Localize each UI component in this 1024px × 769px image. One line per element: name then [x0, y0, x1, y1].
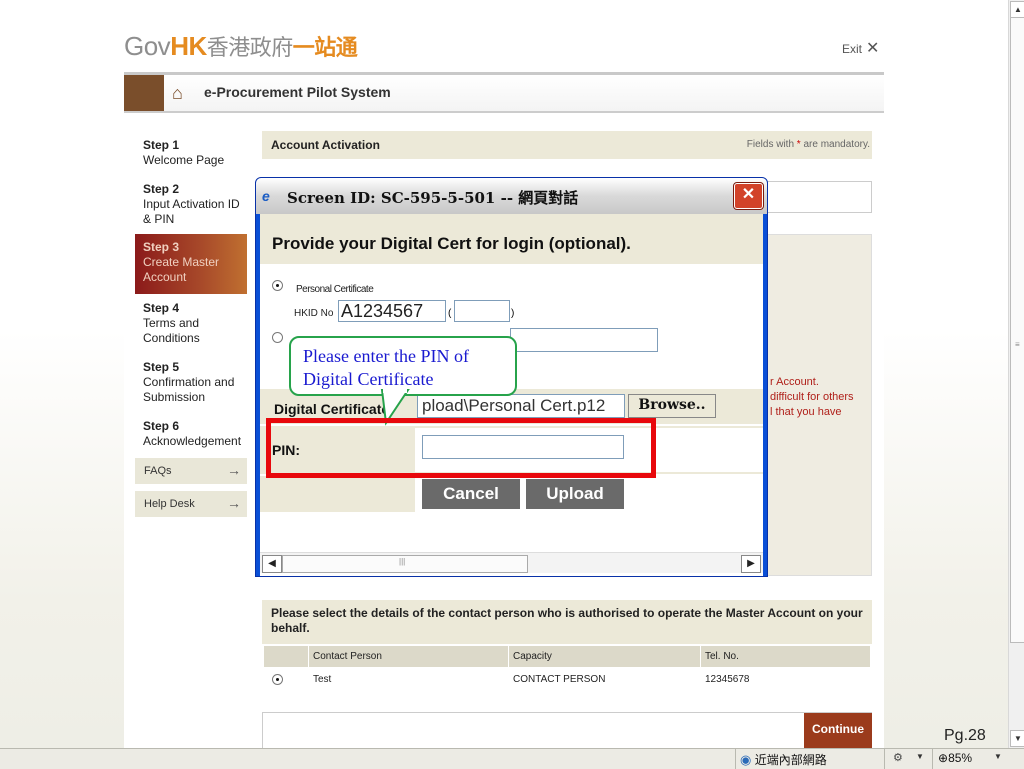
step-4: Step 4 Terms and Conditions	[143, 301, 200, 345]
cert-option-area: Personal Certificate HKID No A1234567 ( …	[260, 266, 763, 326]
scroll-left-icon[interactable]: ◀	[262, 555, 282, 573]
warning-text-line: l that you have	[770, 406, 842, 418]
govhk-logo[interactable]: GovHK香港政府一站通	[124, 30, 358, 62]
section-header: Account Activation Fields with * are man…	[262, 131, 872, 159]
close-icon: ✕	[741, 186, 756, 203]
system-banner: ⌂ e-Procurement Pilot System	[124, 75, 884, 113]
column-header: Tel. No.	[705, 651, 739, 662]
chevron-down-icon[interactable]: ▼	[994, 752, 1002, 761]
section-title: Account Activation	[271, 138, 380, 152]
zoom-icon: ⊕	[938, 751, 949, 765]
faqs-button[interactable]: FAQs →	[135, 458, 247, 484]
protected-mode-icon[interactable]: ⚙	[893, 751, 903, 764]
close-icon: ✕	[866, 40, 880, 57]
hkid-label: HKID No	[294, 308, 334, 319]
dialog-horizontal-scrollbar[interactable]: ◀ ||| ▶	[260, 552, 763, 573]
dialog-heading: Provide your Digital Cert for login (opt…	[272, 234, 631, 253]
mandatory-note: Fields with * are mandatory.	[746, 139, 870, 150]
file-path-input[interactable]: pload\Personal Cert.p12	[417, 394, 625, 418]
browser-viewport: GovHK香港政府一站通 Exit ✕ ⌂ e-Procurement Pilot…	[0, 0, 1008, 748]
dialog-titlebar[interactable]: e Screen ID: SC-595-5-501 -- 網頁對話 ✕	[256, 178, 767, 214]
zoom-level[interactable]: ⊕85%	[938, 751, 972, 765]
step-3-active: Step 3 Create Master Account	[135, 234, 247, 294]
column-header: Contact Person	[313, 651, 382, 662]
chevron-down-icon[interactable]: ▼	[916, 752, 924, 761]
browser-status-bar: ◉ 近端內部網路 ⚙ ▼ ⊕85% ▼	[0, 748, 1024, 769]
warning-text-line: r Account.	[770, 376, 819, 388]
hkid-input[interactable]: A1234567	[338, 300, 446, 322]
scroll-thumb[interactable]: ≡	[1010, 17, 1024, 643]
page-vertical-scrollbar[interactable]: ▲ ≡ ▼	[1008, 0, 1024, 748]
step-5: Step 5 Confirmation and Submission	[143, 360, 235, 404]
step-6: Step 6 Acknowledgement	[143, 419, 242, 448]
pin-highlight-box	[266, 418, 656, 478]
browse-button[interactable]: Browse..	[628, 394, 716, 418]
button-row: Cancel Upload	[260, 476, 763, 512]
step-2: Step 2 Input Activation ID & PIN	[143, 182, 240, 226]
hkid-check-digit-input[interactable]	[454, 300, 510, 322]
dialog-close-button[interactable]: ✕	[734, 183, 763, 209]
dialog-heading-bar: Provide your Digital Cert for login (opt…	[260, 214, 763, 264]
column-header: Capacity	[513, 651, 552, 662]
table-row[interactable]: Test CONTACT PERSON 12345678	[264, 670, 870, 690]
cancel-button[interactable]: Cancel	[422, 479, 520, 509]
other-cert-input[interactable]	[510, 328, 658, 352]
system-title: e-Procurement Pilot System	[204, 84, 391, 100]
dialog-title: Screen ID: SC-595-5-501 -- 網頁對話	[287, 189, 579, 207]
scroll-down-icon[interactable]: ▼	[1010, 730, 1024, 747]
other-cert-radio[interactable]	[272, 332, 283, 343]
scroll-up-icon[interactable]: ▲	[1010, 1, 1024, 18]
contact-radio[interactable]	[272, 674, 283, 685]
scroll-right-icon[interactable]: ▶	[741, 555, 761, 573]
continue-button[interactable]: Continue	[804, 713, 872, 748]
arrow-right-icon: →	[227, 462, 241, 478]
help-desk-button[interactable]: Help Desk →	[135, 491, 247, 517]
page-number: Pg.28	[944, 727, 986, 744]
banner-accent	[124, 75, 164, 111]
digital-cert-label: Digital Certificate:	[274, 401, 394, 417]
contact-header: Please select the details of the contact…	[262, 600, 872, 644]
footer-box	[262, 712, 872, 748]
globe-icon: ◉	[740, 752, 752, 767]
step-1: Step 1 Welcome Page	[143, 138, 225, 167]
warning-text-line: difficult for others	[770, 391, 854, 403]
security-zone[interactable]: ◉ 近端內部網路	[740, 751, 827, 768]
personal-cert-radio[interactable]	[272, 280, 283, 291]
scroll-thumb[interactable]: |||	[282, 555, 528, 573]
personal-cert-label: Personal Certificate	[296, 284, 374, 295]
ie-icon: e	[262, 188, 270, 204]
upload-button[interactable]: Upload	[526, 479, 624, 509]
house-icon: ⌂	[172, 83, 183, 103]
arrow-right-icon: →	[227, 495, 241, 511]
pin-callout: Please enter the PIN of Digital Certifica…	[289, 336, 517, 396]
exit-link[interactable]: Exit ✕	[842, 38, 879, 58]
contact-table-header: Contact Person Capacity Tel. No.	[264, 646, 870, 667]
